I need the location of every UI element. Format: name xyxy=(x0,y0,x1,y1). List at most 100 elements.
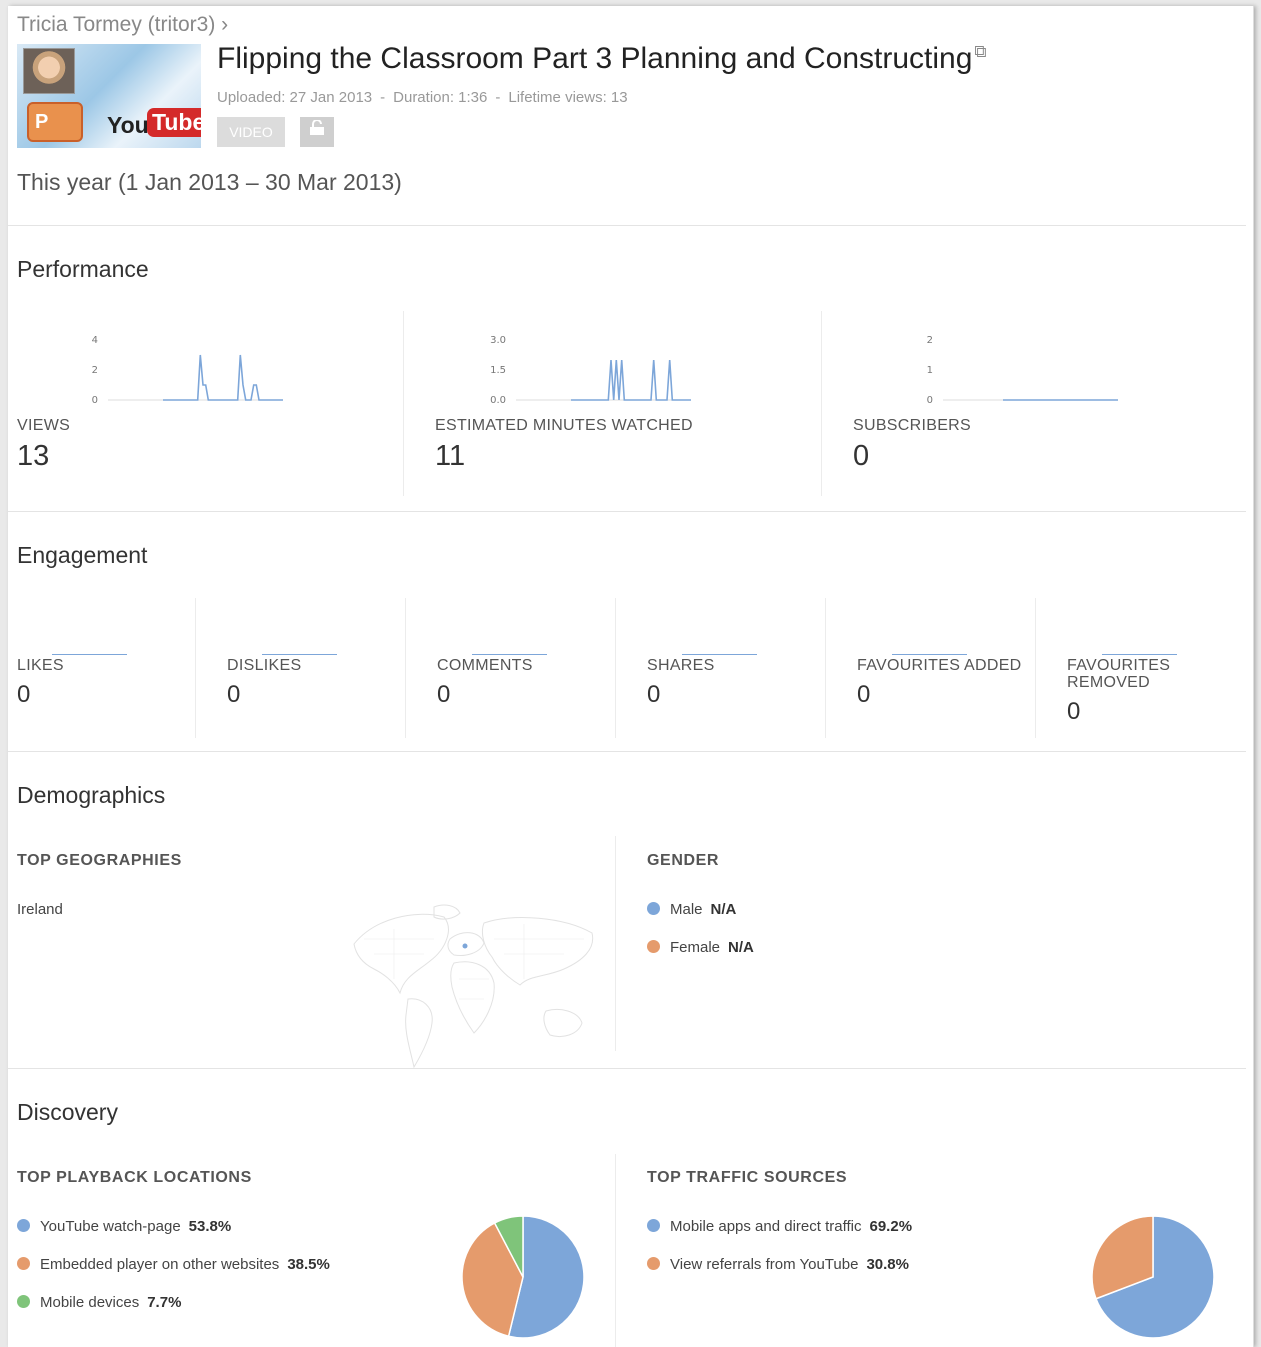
divider xyxy=(8,511,1246,512)
legend-dot-icon xyxy=(647,1219,660,1232)
metric-value-shares: 0 xyxy=(647,681,661,708)
metric-value-subscribers: 0 xyxy=(853,440,870,472)
upload-date: Uploaded: 27 Jan 2013 xyxy=(217,89,373,106)
metric-value-views: 13 xyxy=(17,440,50,472)
legend-value: 53.8% xyxy=(188,1218,232,1235)
world-map[interactable] xyxy=(334,899,604,1069)
youtube-logo-you: You xyxy=(107,112,149,138)
analytics-card: Tricia Tormey (tritor3) › P You Tube Fli… xyxy=(8,6,1254,1347)
padlock-icon xyxy=(310,119,324,135)
traffic-sources-heading: TOP TRAFFIC SOURCES xyxy=(647,1169,848,1186)
top-geographies-heading: TOP GEOGRAPHIES xyxy=(17,852,182,869)
divider xyxy=(195,598,196,738)
metric-value-favourites-added: 0 xyxy=(857,681,871,708)
legend-label: View referrals from YouTube xyxy=(670,1256,859,1273)
discovery-title: Discovery xyxy=(17,1099,118,1125)
divider xyxy=(825,598,826,738)
traffic-sources-pie[interactable] xyxy=(1090,1214,1216,1340)
divider xyxy=(615,598,616,738)
video-thumbnail[interactable]: P You Tube xyxy=(17,44,201,148)
gender-label: Female xyxy=(670,939,721,956)
legend-item-male: Male N/A xyxy=(647,901,736,918)
tick-label: 2 xyxy=(927,335,933,346)
metric-label-likes: LIKES xyxy=(17,657,64,674)
favourites-added-sparkline xyxy=(892,654,967,655)
views-sparkline[interactable]: 4 2 0 xyxy=(78,326,288,406)
series-line xyxy=(571,359,691,401)
playback-locations-heading: TOP PLAYBACK LOCATIONS xyxy=(17,1169,252,1186)
comments-sparkline xyxy=(472,654,547,655)
date-range[interactable]: This year (1 Jan 2013 – 30 Mar 2013) xyxy=(17,169,402,196)
metric-label-comments: COMMENTS xyxy=(437,657,533,674)
meta-separator: - xyxy=(495,89,501,106)
legend-item-watch-page: YouTube watch-page 53.8% xyxy=(17,1218,231,1235)
channel-breadcrumb[interactable]: Tricia Tormey (tritor3) › xyxy=(17,13,228,37)
legend-item-direct-traffic: Mobile apps and direct traffic 69.2% xyxy=(647,1218,912,1235)
external-link-icon[interactable]: ⧉ xyxy=(974,42,986,62)
divider xyxy=(1035,598,1036,738)
legend-value: 69.2% xyxy=(869,1218,913,1235)
gender-label: Male xyxy=(670,901,703,918)
video-title: Flipping the Classroom Part 3 Planning a… xyxy=(217,42,973,75)
legend-dot-icon xyxy=(17,1257,30,1270)
legend-label: Mobile apps and direct traffic xyxy=(670,1218,862,1235)
metric-label-subscribers: SUBSCRIBERS xyxy=(853,417,971,434)
gender-heading: GENDER xyxy=(647,852,720,869)
tick-label: 1 xyxy=(927,365,933,376)
tick-label: 0 xyxy=(92,395,98,406)
gender-value: N/A xyxy=(728,939,754,956)
metric-label-minutes: ESTIMATED MINUTES WATCHED xyxy=(435,417,693,434)
legend-label: YouTube watch-page xyxy=(40,1218,181,1235)
duration: Duration: 1:36 xyxy=(393,89,488,106)
subscribers-sparkline[interactable]: 2 1 0 xyxy=(913,326,1123,406)
metric-label-views: VIEWS xyxy=(17,417,71,434)
divider xyxy=(8,225,1246,226)
engagement-title: Engagement xyxy=(17,542,148,568)
metric-label-shares: SHARES xyxy=(647,657,715,674)
gender-value: N/A xyxy=(710,901,737,918)
youtube-logo-tube: Tube xyxy=(147,108,201,137)
legend-value: 7.7% xyxy=(147,1294,182,1311)
legend-dot-icon xyxy=(17,1295,30,1308)
metric-value-comments: 0 xyxy=(437,681,451,708)
playback-locations-pie[interactable] xyxy=(460,1214,586,1340)
tick-label: 3.0 xyxy=(490,335,506,346)
tick-label: 0 xyxy=(927,395,933,406)
likes-sparkline xyxy=(52,654,127,655)
performance-title: Performance xyxy=(17,256,149,282)
divider xyxy=(615,1154,616,1347)
tick-label: 1.5 xyxy=(490,365,506,376)
metric-label-dislikes: DISLIKES xyxy=(227,657,302,674)
divider xyxy=(403,311,404,496)
avatar xyxy=(23,48,75,94)
powerpoint-icon: P xyxy=(27,102,83,142)
minutes-sparkline[interactable]: 3.0 1.5 0.0 xyxy=(486,326,696,406)
legend-item-embedded: Embedded player on other websites 38.5% xyxy=(17,1256,330,1273)
metric-label-favourites-added: FAVOURITES ADDED xyxy=(857,657,1022,674)
lock-icon[interactable] xyxy=(300,117,334,147)
metric-value-dislikes: 0 xyxy=(227,681,241,708)
metric-value-likes: 0 xyxy=(17,681,31,708)
legend-dot-icon xyxy=(647,902,660,915)
ireland-marker xyxy=(462,943,468,949)
legend-value: 30.8% xyxy=(866,1256,909,1273)
lifetime-views: Lifetime views: 13 xyxy=(508,89,628,106)
geography-item: Ireland xyxy=(17,901,63,918)
legend-dot-icon xyxy=(17,1219,30,1232)
metric-value-minutes: 11 xyxy=(435,440,466,472)
legend-item-mobile: Mobile devices 7.7% xyxy=(17,1294,181,1311)
series-line xyxy=(163,354,283,401)
legend-item-female: Female N/A xyxy=(647,939,754,956)
tick-label: 2 xyxy=(92,365,98,376)
metric-value-favourites-removed: 0 xyxy=(1067,698,1081,725)
tick-label: 0.0 xyxy=(490,395,506,406)
divider xyxy=(8,1068,1246,1069)
legend-dot-icon xyxy=(647,940,660,953)
divider xyxy=(821,311,822,496)
legend-label: Mobile devices xyxy=(40,1294,140,1311)
demographics-title: Demographics xyxy=(17,782,166,808)
divider xyxy=(405,598,406,738)
tick-label: 4 xyxy=(92,335,98,346)
video-title-link[interactable]: Flipping the Classroom Part 3 Planning a… xyxy=(217,42,987,76)
dislikes-sparkline xyxy=(262,654,337,655)
